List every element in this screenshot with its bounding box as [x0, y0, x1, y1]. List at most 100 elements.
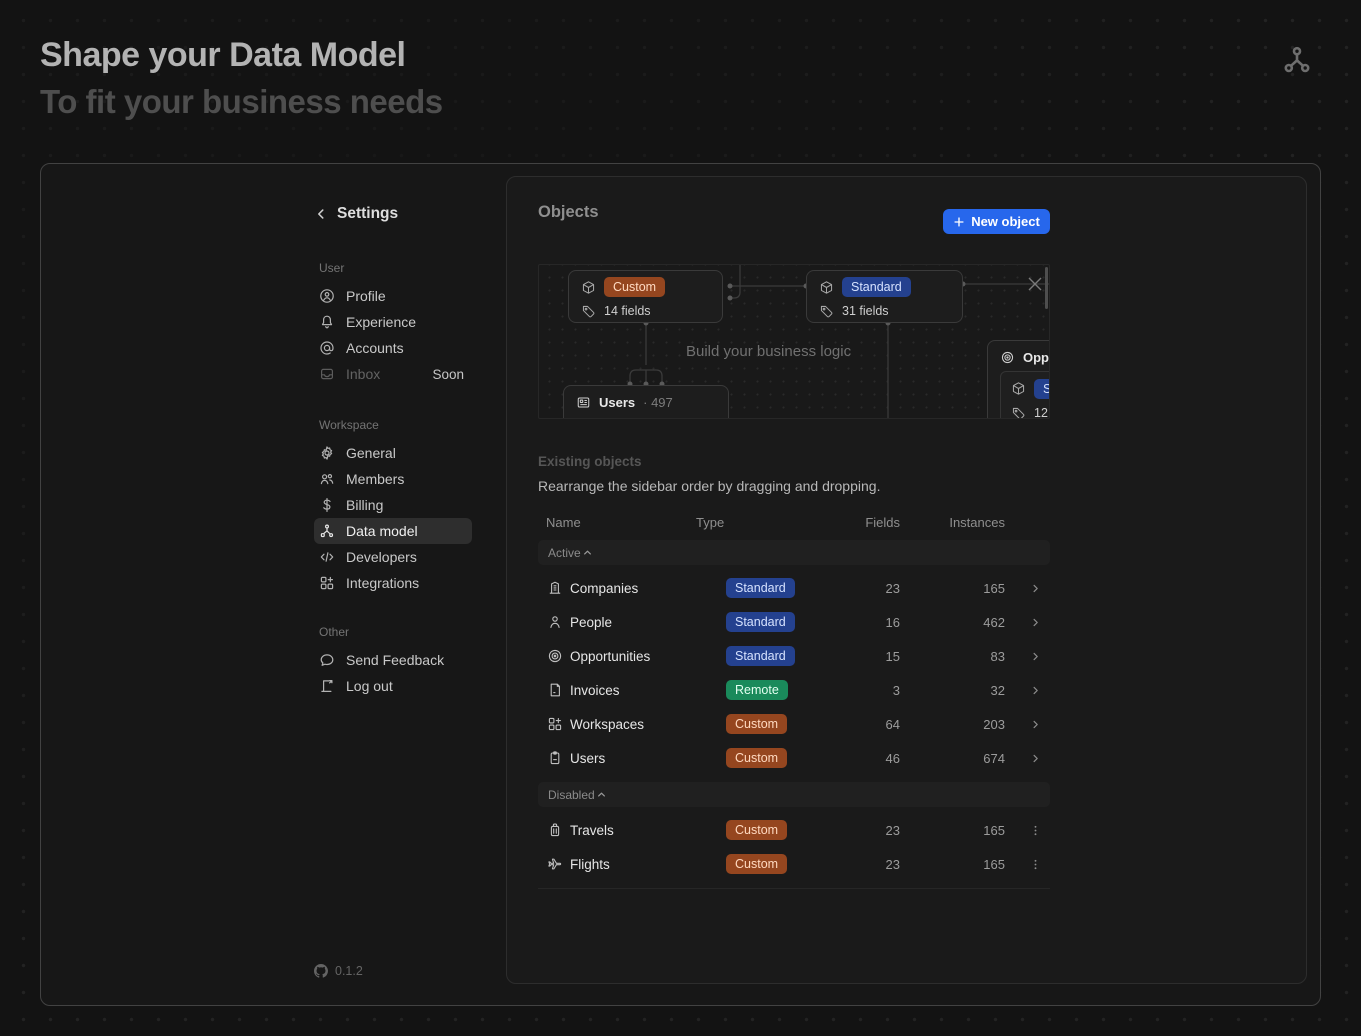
target-icon — [1000, 350, 1015, 365]
chevron-right-icon[interactable] — [1005, 650, 1050, 663]
table-row-people[interactable]: People Standard 16 462 — [538, 605, 1050, 639]
sidebar-item-send-feedback[interactable]: Send Feedback — [314, 647, 472, 673]
cube-icon — [819, 280, 834, 295]
fields-count: 31 fields — [842, 304, 889, 318]
grid-plus-icon — [319, 575, 335, 591]
canvas-node-custom[interactable]: Custom 14 fields — [568, 270, 723, 323]
object-name: Opportunities — [570, 649, 726, 664]
type-badge: Standard — [726, 612, 795, 632]
github-icon — [314, 964, 328, 978]
chat-bubble-icon — [319, 652, 335, 668]
instances-count: 203 — [900, 717, 1005, 732]
sidebar-item-accounts[interactable]: Accounts — [314, 335, 472, 361]
canvas-scrollbar[interactable] — [1045, 267, 1048, 309]
person-icon — [547, 614, 570, 630]
chevron-right-icon[interactable] — [1005, 752, 1050, 765]
group-label: Active — [548, 546, 581, 560]
sidebar-section-other: Other — [319, 625, 349, 639]
existing-objects-description: Rearrange the sidebar order by dragging … — [538, 478, 880, 494]
sidebar-item-experience[interactable]: Experience — [314, 309, 472, 335]
new-object-button[interactable]: New object — [943, 209, 1050, 234]
type-badge: Standard — [726, 578, 795, 598]
chevron-up-icon — [581, 546, 594, 559]
sidebar-item-log-out[interactable]: Log out — [314, 673, 472, 699]
chevron-up-icon — [595, 788, 608, 801]
chevron-right-icon[interactable] — [1005, 582, 1050, 595]
node-title: Opportu — [1023, 350, 1050, 365]
chevron-right-icon[interactable] — [1005, 718, 1050, 731]
chevron-right-icon[interactable] — [1005, 616, 1050, 629]
table-row-workspaces[interactable]: Workspaces Custom 64 203 — [538, 707, 1050, 741]
type-badge: Stand — [1034, 379, 1050, 399]
column-header-type: Type — [696, 515, 724, 530]
table-row-users[interactable]: Users Custom 46 674 — [538, 741, 1050, 775]
sidebar-item-billing[interactable]: Billing — [314, 492, 472, 518]
group-header-disabled[interactable]: Disabled — [538, 782, 1050, 807]
table-row-invoices[interactable]: Invoices Remote 3 32 — [538, 673, 1050, 707]
object-name: Users — [570, 751, 726, 766]
objects-panel: Objects New object — [506, 176, 1307, 984]
page-title: Shape your Data Model To fit your busine… — [40, 36, 443, 121]
group-label: Disabled — [548, 788, 595, 802]
data-model-canvas[interactable]: Custom 14 fields Stand — [538, 264, 1050, 419]
objects-heading: Objects — [538, 203, 599, 222]
type-badge: Standard — [726, 646, 795, 666]
fields-count: 3 — [846, 683, 900, 698]
object-name: Invoices — [570, 683, 726, 698]
object-name: Workspaces — [570, 717, 726, 732]
sidebar-item-label: Inbox — [346, 366, 380, 382]
sidebar-item-label: Log out — [346, 678, 393, 694]
sidebar-item-members[interactable]: Members — [314, 466, 472, 492]
badge-icon — [547, 750, 570, 766]
grid-plus-icon — [547, 716, 570, 732]
version-text: 0.1.2 — [335, 964, 363, 978]
sidebar-item-label: Developers — [346, 549, 417, 565]
kebab-menu-icon[interactable] — [1005, 824, 1050, 837]
object-name: Companies — [570, 581, 726, 596]
type-badge: Custom — [726, 748, 787, 768]
table-row-flights[interactable]: Flights Custom 23 165 — [538, 847, 1050, 881]
node-count: · 497 — [643, 395, 673, 410]
instances-count: 32 — [900, 683, 1005, 698]
settings-panel: Settings User Profile — [40, 163, 1321, 1006]
soon-badge: Soon — [432, 367, 464, 382]
instances-count: 462 — [900, 615, 1005, 630]
canvas-node-users[interactable]: Users · 497 — [563, 385, 729, 419]
object-name: Flights — [570, 857, 726, 872]
group-header-active[interactable]: Active — [538, 540, 1050, 565]
sidebar-item-label: Accounts — [346, 340, 404, 356]
existing-objects-heading: Existing objects — [538, 454, 642, 469]
sidebar-item-label: Experience — [346, 314, 416, 330]
table-row-companies[interactable]: Companies Standard 23 165 — [538, 571, 1050, 605]
sidebar-item-label: Integrations — [346, 575, 419, 591]
sidebar-item-inbox: Inbox Soon — [314, 361, 472, 387]
cube-icon — [1011, 381, 1026, 396]
type-badge: Remote — [726, 680, 788, 700]
settings-sidebar: Settings User Profile — [314, 164, 472, 1005]
inbox-icon — [319, 366, 335, 382]
fields-count: 46 — [846, 751, 900, 766]
sidebar-item-profile[interactable]: Profile — [314, 283, 472, 309]
code-icon — [319, 549, 335, 565]
object-name: People — [570, 615, 726, 630]
sidebar-item-data-model[interactable]: Data model — [314, 518, 472, 544]
plane-icon — [547, 856, 570, 872]
fields-count: 23 — [846, 823, 900, 838]
settings-back-button[interactable]: Settings — [314, 205, 398, 223]
table-row-travels[interactable]: Travels Custom 23 165 — [538, 813, 1050, 847]
dollar-icon — [319, 497, 335, 513]
sidebar-item-label: Billing — [346, 497, 383, 513]
sidebar-item-developers[interactable]: Developers — [314, 544, 472, 570]
canvas-node-standard[interactable]: Standard 31 fields — [806, 270, 963, 323]
table-row-opportunities[interactable]: Opportunities Standard 15 83 — [538, 639, 1050, 673]
column-header-fields: Fields — [850, 515, 900, 530]
chevron-right-icon[interactable] — [1005, 684, 1050, 697]
data-model-icon — [319, 523, 335, 539]
fields-count: 12 fiel — [1034, 406, 1050, 419]
canvas-node-opportunities[interactable]: Opportu Stand 12 — [987, 340, 1050, 419]
page-title-line1: Shape your Data Model — [40, 36, 443, 75]
kebab-menu-icon[interactable] — [1005, 858, 1050, 871]
sidebar-item-general[interactable]: General — [314, 440, 472, 466]
node-title: Users — [599, 395, 635, 410]
sidebar-item-integrations[interactable]: Integrations — [314, 570, 472, 596]
